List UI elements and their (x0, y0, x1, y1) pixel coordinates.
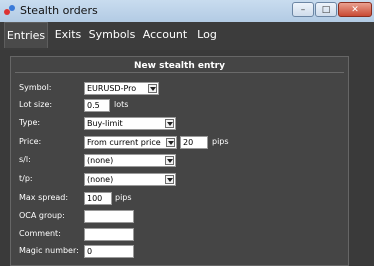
tp-label: t/p: (19, 174, 33, 183)
tab-bar: Entries Exits Symbols Account Log (0, 22, 374, 50)
tab-account[interactable]: Account (141, 22, 189, 48)
tp-value: (none) (87, 175, 114, 184)
oca-group-label: OCA group: (19, 211, 65, 220)
lots-unit: lots (114, 100, 129, 109)
type-value: Buy-limit (87, 119, 123, 128)
price-label: Price: (19, 137, 42, 146)
minimize-button[interactable]: – (292, 2, 314, 17)
chevron-down-icon (166, 138, 175, 147)
divider (15, 72, 344, 73)
symbol-label: Symbol: (19, 83, 52, 92)
lot-size-input[interactable]: 0.5 (84, 99, 110, 112)
symbol-value: EURUSD-Pro (87, 84, 137, 93)
max-spread-input[interactable]: 100 (84, 192, 112, 205)
price-pips-unit: pips (212, 137, 229, 146)
tp-select[interactable]: (none) (84, 173, 176, 186)
sl-select[interactable]: (none) (84, 154, 176, 167)
price-offset-input[interactable]: 20 (180, 136, 208, 149)
type-select[interactable]: Buy-limit (84, 117, 176, 130)
chevron-down-icon (165, 175, 174, 184)
max-spread-pips-unit: pips (115, 193, 132, 202)
comment-input[interactable] (84, 228, 134, 241)
comment-label: Comment: (19, 229, 61, 238)
type-label: Type: (19, 118, 41, 127)
max-spread-label: Max spread: (19, 193, 69, 202)
magic-number-label: Magic number: (19, 246, 79, 255)
app-icon (4, 5, 15, 16)
chevron-down-icon (148, 84, 157, 93)
chevron-down-icon (165, 119, 174, 128)
tab-exits[interactable]: Exits (52, 22, 84, 48)
maximize-button[interactable]: □ (315, 2, 337, 17)
sl-value: (none) (87, 156, 114, 165)
price-mode-select[interactable]: From current price (84, 136, 177, 149)
oca-group-input[interactable] (84, 210, 134, 223)
panel-title: New stealth entry (134, 61, 225, 71)
price-mode-value: From current price (87, 138, 161, 147)
window-title: Stealth orders (20, 4, 98, 17)
sl-label: s/l: (19, 155, 31, 164)
new-entry-panel: New stealth entry Symbol: EURUSD-Pro Lot… (10, 56, 349, 266)
close-button[interactable]: ✕ (338, 2, 372, 17)
lot-size-label: Lot size: (19, 100, 53, 109)
tab-symbols[interactable]: Symbols (88, 22, 136, 48)
symbol-select[interactable]: EURUSD-Pro (84, 82, 159, 95)
magic-number-input[interactable]: 0 (84, 245, 134, 258)
title-bar: Stealth orders – □ ✕ (0, 0, 374, 23)
tab-log[interactable]: Log (194, 22, 220, 48)
chevron-down-icon (165, 156, 174, 165)
tab-entries[interactable]: Entries (4, 22, 48, 48)
